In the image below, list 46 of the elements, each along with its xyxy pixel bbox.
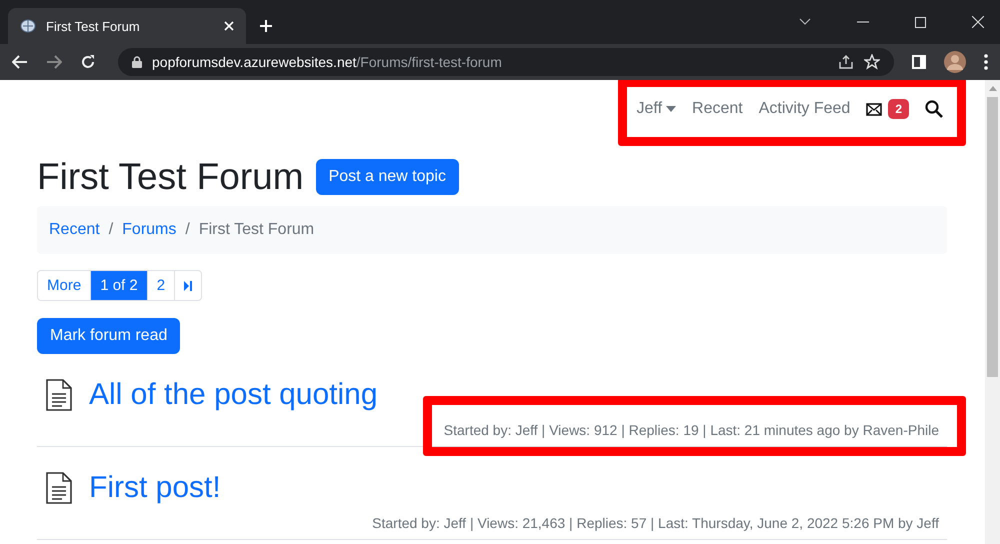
envelope-icon[interactable] (866, 102, 882, 116)
page-title: First Test Forum (37, 156, 304, 198)
page-link[interactable]: 2 (146, 271, 174, 300)
browser-tab[interactable]: First Test Forum (8, 8, 246, 44)
mark-read-button[interactable]: Mark forum read (37, 318, 180, 354)
caret-icon (666, 106, 676, 112)
lock-icon (132, 56, 142, 68)
globe-icon (20, 18, 36, 34)
topic-title-link[interactable]: All of the post quoting (89, 378, 378, 412)
current-page-text: First Test Forum (198, 221, 314, 239)
breadcrumb-separator: / (185, 221, 190, 239)
breadcrumb-link[interactable]: Recent (49, 221, 100, 239)
url-text: popforumsdev.azurewebsites.net/Forums/first-test-forum (152, 54, 502, 70)
topic-stats: Started by: Jeff | Views: 21,463 | Replies: 57 | Last: Thursday, June 2, 2022 5:26 PM by Jeff (372, 515, 939, 531)
breadcrumb-separator: / (108, 221, 114, 239)
topic-title-link[interactable]: First post! (89, 471, 221, 505)
scrollbar[interactable] (985, 80, 1000, 544)
back-icon[interactable] (12, 55, 28, 69)
reload-icon[interactable] (80, 54, 96, 70)
minimize-icon[interactable] (857, 21, 869, 23)
user-menu[interactable]: Jeff (636, 100, 676, 118)
last-page-icon (184, 280, 192, 290)
address-bar[interactable]: popforumsdev.azurewebsites.net/Forums/first-test-forum (118, 48, 894, 76)
nav-link[interactable]: Recent (692, 100, 743, 118)
maximize-icon[interactable] (915, 16, 926, 28)
menu-icon[interactable] (984, 54, 988, 70)
side-panel-icon[interactable] (912, 55, 926, 69)
star-icon[interactable] (864, 54, 880, 70)
tab-title: First Test Forum (46, 18, 141, 34)
chevron-down-icon[interactable] (799, 18, 811, 26)
breadcrumb-link[interactable]: Forums (122, 221, 176, 239)
forward-icon[interactable] (46, 55, 62, 69)
nav-link[interactable]: Activity Feed (758, 100, 850, 118)
search-icon[interactable] (925, 100, 943, 118)
topic-stats: Started by: Jeff | Views: 912 | Replies: 19 | Last: 21 minutes ago by Raven-Phile (444, 422, 939, 438)
document-icon (46, 472, 72, 504)
message-count: 2 (888, 99, 909, 119)
new-tab-icon[interactable] (260, 20, 272, 32)
page-link[interactable]: More (38, 271, 90, 300)
document-icon (46, 379, 72, 411)
page-link[interactable]: 1 of 2 (90, 271, 147, 300)
avatar-icon[interactable] (944, 51, 966, 73)
share-icon[interactable] (838, 54, 854, 70)
close-icon[interactable] (972, 16, 984, 28)
scroll-thumb[interactable] (987, 97, 998, 377)
new-topic-button[interactable]: Post a new topic (316, 159, 459, 195)
